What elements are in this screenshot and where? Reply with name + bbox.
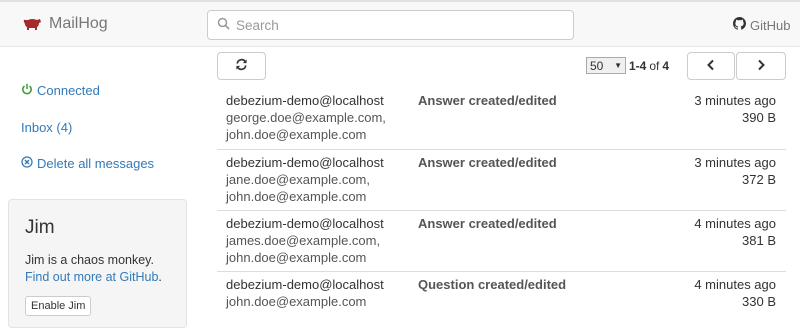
power-icon: [21, 83, 33, 98]
message-list: debezium-demo@localhost george.doe@examp…: [217, 88, 786, 332]
refresh-icon: [235, 58, 248, 74]
inbox-link[interactable]: Inbox (4): [21, 120, 72, 135]
message-size: 381 B: [742, 233, 776, 248]
search-icon: [217, 17, 230, 33]
message-size: 330 B: [742, 294, 776, 309]
chevron-left-icon: [706, 59, 716, 74]
message-recipient: james.doe@example.com,: [226, 233, 381, 248]
next-page-button[interactable]: [736, 52, 786, 80]
pig-logo-icon: [22, 17, 42, 31]
message-from: debezium-demo@localhost: [226, 155, 384, 170]
message-recipient: john.doe@example.com: [226, 127, 367, 142]
message-row[interactable]: debezium-demo@localhost jane.doe@example…: [217, 149, 786, 210]
message-subject: Question created/edited: [418, 277, 567, 292]
message-from: debezium-demo@localhost: [226, 277, 384, 292]
jim-description-block: Jim is a chaos monkey. Find out more at …: [25, 252, 170, 286]
message-row[interactable]: debezium-demo@localhost george.doe@examp…: [217, 88, 786, 149]
message-row[interactable]: debezium-demo@localhost john.doe@example…: [217, 271, 786, 332]
inbox-label: Inbox (4): [21, 120, 73, 135]
message-subject: Answer created/edited: [418, 216, 557, 231]
message-row[interactable]: debezium-demo@localhost james.doe@exampl…: [217, 210, 786, 271]
message-time: 3 minutes ago: [694, 93, 776, 108]
navbar: MailHog GitHub: [0, 0, 800, 47]
message-subject: Answer created/edited: [418, 155, 557, 170]
page-total: 4: [662, 58, 670, 73]
message-size: 372 B: [742, 172, 776, 187]
message-recipients: james.doe@example.com, john.doe@example.…: [226, 232, 380, 266]
jim-panel: Jim Jim is a chaos monkey. Find out more…: [8, 199, 187, 328]
message-recipient: john.doe@example.com: [226, 250, 367, 265]
connection-status[interactable]: Connected: [21, 83, 100, 98]
connected-label: Connected: [37, 83, 100, 98]
chevron-right-icon: [756, 59, 766, 74]
github-link[interactable]: GitHub: [733, 17, 790, 33]
brand-name: MailHog: [49, 15, 108, 32]
jim-link-suffix: .: [158, 270, 162, 284]
message-recipient: john.doe@example.com: [226, 294, 367, 309]
page-range: 1-4: [629, 58, 647, 73]
message-from: debezium-demo@localhost: [226, 216, 384, 231]
jim-description: Jim is a chaos monkey.: [25, 253, 154, 267]
refresh-button[interactable]: [217, 52, 266, 80]
page-size-value: 50: [590, 58, 604, 73]
delete-all-link[interactable]: Delete all messages: [21, 156, 154, 171]
message-recipients: george.doe@example.com, john.doe@example…: [226, 109, 386, 143]
select-arrow-icon: ▼: [614, 61, 622, 70]
toolbar: 50 ▼ 1-4 of 4: [217, 52, 786, 80]
github-icon: [733, 17, 746, 33]
brand[interactable]: MailHog: [22, 15, 108, 33]
jim-title: Jim: [25, 217, 55, 238]
message-from: debezium-demo@localhost: [226, 93, 384, 108]
enable-jim-button[interactable]: Enable Jim: [25, 296, 92, 316]
message-time: 3 minutes ago: [694, 155, 776, 170]
message-time: 4 minutes ago: [694, 216, 776, 231]
github-label: GitHub: [750, 17, 791, 33]
message-size: 390 B: [742, 110, 776, 125]
page-size-select[interactable]: 50 ▼: [586, 57, 626, 74]
message-subject: Answer created/edited: [418, 93, 557, 108]
jim-github-link[interactable]: Find out more at GitHub: [25, 270, 158, 284]
search-input[interactable]: [236, 17, 556, 33]
message-recipients: jane.doe@example.com, john.doe@example.c…: [226, 171, 370, 205]
pagination-info: 50 ▼ 1-4 of 4: [586, 57, 669, 74]
message-recipients: john.doe@example.com: [226, 293, 366, 310]
delete-all-label: Delete all messages: [37, 156, 155, 171]
message-recipient: george.doe@example.com,: [226, 110, 386, 125]
previous-page-button[interactable]: [687, 52, 735, 80]
message-recipient: jane.doe@example.com,: [226, 172, 370, 187]
message-recipient: john.doe@example.com: [226, 189, 367, 204]
sidebar: Connected Inbox (4) Delete all messages …: [0, 47, 200, 333]
message-time: 4 minutes ago: [694, 277, 776, 292]
delete-circle-icon: [21, 156, 33, 171]
page-of-label: of: [649, 58, 660, 73]
search-box[interactable]: [207, 10, 574, 40]
